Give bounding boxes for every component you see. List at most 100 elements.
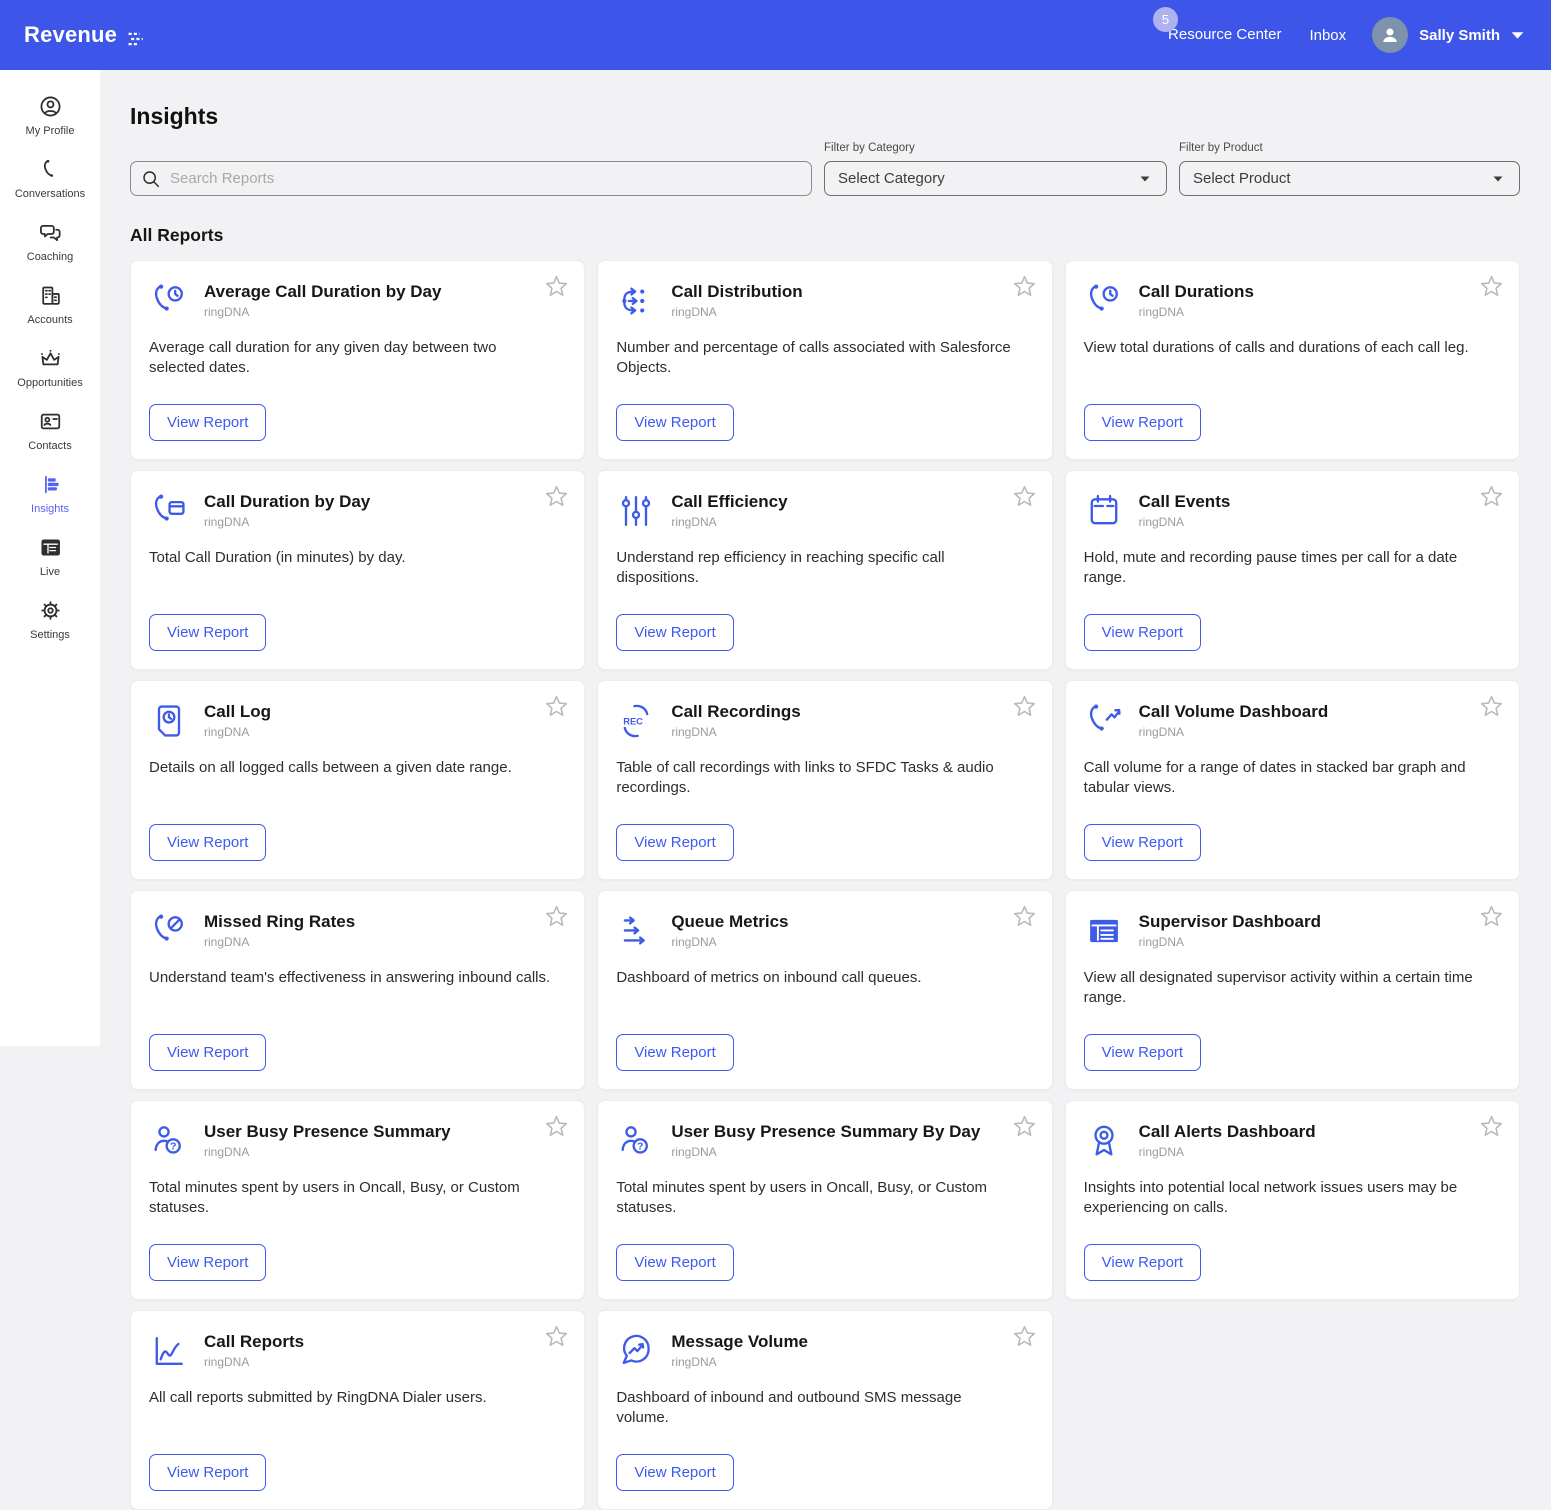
view-report-button[interactable]: View Report [149,824,266,861]
chat-bubbles-icon [38,220,63,245]
view-report-button[interactable]: View Report [149,1244,266,1281]
report-provider: ringDNA [671,1355,808,1369]
sidebar-item-contacts[interactable]: Contacts [0,409,100,472]
report-description: View total durations of calls and durati… [1084,338,1501,358]
view-report-button[interactable]: View Report [1084,614,1201,651]
section-title: All Reports [130,225,1520,246]
view-report-button[interactable]: View Report [616,614,733,651]
report-card-call-volume-dashboard: Call Volume DashboardringDNACall volume … [1065,680,1520,880]
view-report-button[interactable]: View Report [1084,1244,1201,1281]
report-card-header: Call Durations ringDNA [1084,281,1501,321]
search-input[interactable] [170,170,801,187]
star-icon[interactable] [1012,274,1037,299]
report-card-header: Call ReportsringDNA [149,1331,566,1371]
view-report-button[interactable]: View Report [616,1244,733,1281]
view-report-button[interactable]: View Report [1084,404,1201,441]
report-titles: Missed Ring RatesringDNA [204,911,355,949]
sidebar-item-settings[interactable]: Settings [0,598,100,661]
sidebar-item-label: Live [40,566,60,578]
sidebar-item-label: Settings [30,629,70,641]
view-report-button[interactable]: View Report [149,1454,266,1491]
category-filter-label: Filter by Category [824,142,1167,154]
report-description: Number and percentage of calls associate… [616,338,1033,379]
report-title: User Busy Presence Summary By Day [671,1122,980,1142]
report-titles: Supervisor DashboardringDNA [1139,911,1321,949]
star-icon[interactable] [1479,904,1504,929]
report-card-message-volume: Message VolumeringDNADashboard of inboun… [597,1310,1052,1510]
report-titles: Average Call Duration by DayringDNA [204,281,441,319]
view-report-button[interactable]: View Report [616,404,733,441]
award-icon [1084,1121,1124,1161]
report-description: Insights into potential local network is… [1084,1178,1501,1219]
report-description: Dashboard of metrics on inbound call que… [616,968,1033,988]
sidebar-item-coaching[interactable]: Coaching [0,220,100,283]
sidebar-item-my-profile[interactable]: My Profile [0,94,100,157]
person-icon [1378,23,1402,47]
star-icon[interactable] [544,274,569,299]
star-icon[interactable] [1012,694,1037,719]
category-select[interactable]: Select Category [824,161,1167,196]
report-card-header: Call EfficiencyringDNA [616,491,1033,531]
buildings-icon [38,283,63,308]
view-report-button[interactable]: View Report [616,824,733,861]
inbox-link[interactable]: Inbox [1309,27,1346,44]
star-icon[interactable] [1012,904,1037,929]
report-description: Table of call recordings with links to S… [616,758,1033,799]
report-description: All call reports submitted by RingDNA Di… [149,1388,566,1408]
report-titles: Queue MetricsringDNA [671,911,788,949]
report-card-call-alerts-dashboard: Call Alerts DashboardringDNA Insights int… [1065,1100,1520,1300]
report-titles: Call DistributionringDNA [671,281,802,319]
view-report-button[interactable]: View Report [1084,1034,1201,1071]
star-icon[interactable] [1012,484,1037,509]
resource-center-link[interactable]: Resource Center [1168,26,1281,43]
chevron-down-icon[interactable] [1510,29,1525,41]
star-icon[interactable] [544,904,569,929]
report-card-call-durations: Call Durations ringDNA View total duration… [1065,260,1520,460]
star-icon[interactable] [544,1324,569,1349]
sidebar-item-accounts[interactable]: Accounts [0,283,100,346]
star-icon[interactable] [1479,694,1504,719]
sidebar-item-conversations[interactable]: Conversations [0,157,100,220]
phone-clock-icon [1084,281,1124,321]
product-select[interactable]: Select Product [1179,161,1520,196]
star-icon[interactable] [1479,484,1504,509]
report-titles: User Busy Presence Summary By Day ringDNA [671,1121,980,1159]
star-icon[interactable] [544,1114,569,1139]
view-report-button[interactable]: View Report [149,404,266,441]
view-report-button[interactable]: View Report [149,1034,266,1071]
star-icon[interactable] [544,694,569,719]
view-report-button[interactable]: View Report [1084,824,1201,861]
star-icon[interactable] [1012,1324,1037,1349]
report-title: Call Durations [1139,282,1254,302]
avatar[interactable] [1372,17,1408,53]
star-icon[interactable] [544,484,569,509]
sidebar-item-live[interactable]: Live [0,535,100,598]
app-logo[interactable]: Revenue [24,22,144,48]
product-select-value: Select Product [1193,170,1291,187]
view-report-button[interactable]: View Report [616,1034,733,1071]
phone-clock-icon [149,281,189,321]
star-icon[interactable] [1479,274,1504,299]
report-title: Call Reports [204,1332,304,1352]
user-name[interactable]: Sally Smith [1419,27,1500,44]
star-icon[interactable] [1012,1114,1037,1139]
report-description: Total minutes spent by users in Oncall, … [616,1178,1033,1219]
report-card-call-reports: Call ReportsringDNA All call reports subm… [130,1310,585,1510]
report-titles: Call Duration by DayringDNA [204,491,370,529]
report-card-header: Call Alerts DashboardringDNA [1084,1121,1501,1161]
report-provider: ringDNA [1139,305,1254,319]
view-report-button[interactable]: View Report [149,614,266,651]
rec-phone-icon: REC [616,701,656,741]
report-titles: Call RecordingsringDNA [671,701,800,739]
report-card-header: Average Call Duration by DayringDNA [149,281,566,321]
report-title: Message Volume [671,1332,808,1352]
sidebar-item-insights[interactable]: Insights [0,472,100,535]
report-card-missed-ring-rates: Missed Ring RatesringDNAUnderstand team'… [130,890,585,1090]
view-report-button[interactable]: View Report [616,1454,733,1491]
report-provider: ringDNA [671,1145,980,1159]
star-icon[interactable] [1479,1114,1504,1139]
report-title: Average Call Duration by Day [204,282,441,302]
report-description: View all designated supervisor activity … [1084,968,1501,1009]
sidebar-item-opportunities[interactable]: Opportunities [0,346,100,409]
sliders-icon [616,491,656,531]
